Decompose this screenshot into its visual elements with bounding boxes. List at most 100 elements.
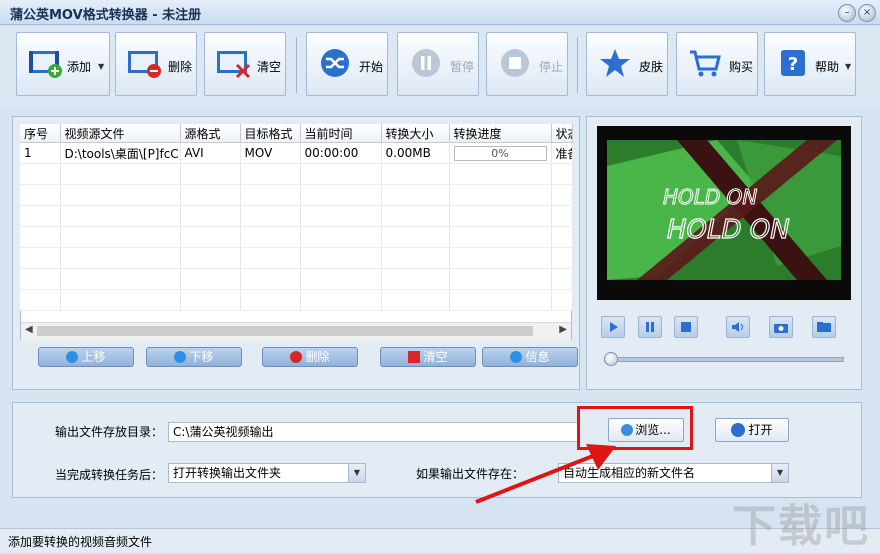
cell-src-format: AVI bbox=[180, 142, 241, 164]
stop-icon bbox=[501, 49, 529, 77]
table-row bbox=[20, 268, 573, 290]
overlay-text-large: HOLD ON bbox=[667, 215, 790, 245]
table-row[interactable]: 1 D:\tools\桌面\[P]fcC... AVI MOV 00:00:00… bbox=[20, 142, 573, 164]
column-header[interactable]: 当前时间 bbox=[300, 124, 382, 143]
clear-label: 清空 bbox=[257, 60, 282, 74]
help-button[interactable]: ? 帮助 ▼ bbox=[764, 32, 856, 96]
close-button[interactable]: × bbox=[858, 4, 876, 22]
chevron-down-icon[interactable]: ▼ bbox=[771, 464, 788, 482]
skin-button[interactable]: 皮肤 bbox=[586, 32, 668, 96]
column-header[interactable]: 状态 bbox=[551, 124, 573, 143]
table-header-row: 序号 视频源文件 源格式 目标格式 当前时间 转换大小 转换进度 状态 bbox=[20, 124, 573, 143]
seek-slider-handle[interactable] bbox=[604, 352, 618, 366]
table-row bbox=[20, 226, 573, 248]
cell-dst-format: MOV bbox=[240, 142, 301, 164]
clear-video-icon bbox=[217, 51, 251, 79]
add-label: 添加 bbox=[67, 60, 92, 74]
video-frame: HOLD ON HOLD ON bbox=[597, 126, 851, 300]
progress-bar: 0% bbox=[453, 145, 547, 161]
horizontal-scrollbar[interactable]: ◀ ▶ bbox=[21, 322, 571, 340]
remove-item-label: 删除 bbox=[305, 350, 330, 364]
pause-button[interactable]: 暂停 bbox=[397, 32, 479, 96]
stop-preview-button[interactable] bbox=[674, 316, 698, 338]
scroll-right-icon[interactable]: ▶ bbox=[559, 324, 567, 335]
folder-icon bbox=[817, 322, 831, 332]
file-table[interactable]: 序号 视频源文件 源格式 目标格式 当前时间 转换大小 转换进度 状态 1 D:… bbox=[20, 124, 573, 311]
open-output-label: 打开 bbox=[748, 423, 773, 437]
clear-list-button[interactable]: 清空 bbox=[380, 347, 476, 367]
cell-size: 0.00MB bbox=[381, 142, 450, 164]
output-dir-label: 输出文件存放目录： bbox=[55, 425, 164, 439]
table-row bbox=[20, 163, 573, 185]
clear-button[interactable]: 清空 bbox=[204, 32, 286, 96]
info-button[interactable]: 信息 bbox=[482, 347, 578, 367]
column-header[interactable]: 源格式 bbox=[180, 124, 241, 143]
column-header[interactable]: 转换大小 bbox=[381, 124, 450, 143]
help-label: 帮助 bbox=[815, 60, 840, 74]
column-header[interactable]: 目标格式 bbox=[240, 124, 301, 143]
arrow-up-icon bbox=[66, 351, 79, 363]
pause-icon bbox=[412, 49, 440, 77]
toolbar: 添加 ▼ 删除 清空 开始 暂停 停止 皮肤 购买 ? 帮助 ▼ bbox=[0, 25, 880, 109]
table-row bbox=[20, 205, 573, 227]
seek-slider-track[interactable] bbox=[604, 357, 844, 362]
output-settings-panel bbox=[12, 402, 862, 498]
scroll-thumb[interactable] bbox=[37, 326, 533, 336]
volume-button[interactable] bbox=[726, 316, 750, 338]
delete-label: 删除 bbox=[168, 60, 193, 74]
overlay-text: HOLD ON bbox=[663, 185, 757, 209]
video-preview: HOLD ON HOLD ON bbox=[597, 126, 851, 300]
chevron-down-icon: ▼ bbox=[845, 62, 852, 71]
start-button[interactable]: 开始 bbox=[306, 32, 388, 96]
stop-button[interactable]: 停止 bbox=[486, 32, 568, 96]
scroll-left-icon[interactable]: ◀ bbox=[25, 324, 33, 335]
shuffle-start-icon bbox=[321, 49, 349, 77]
stop-icon bbox=[681, 322, 691, 332]
info-label: 信息 bbox=[525, 350, 550, 364]
title-bar: 蒲公英MOV格式转换器 - 未注册 – × bbox=[0, 0, 880, 25]
move-up-label: 上移 bbox=[81, 350, 106, 364]
cart-icon bbox=[690, 50, 721, 77]
pause-preview-button[interactable] bbox=[638, 316, 662, 338]
snapshot-button[interactable] bbox=[769, 316, 793, 338]
add-button[interactable]: 添加 ▼ bbox=[16, 32, 110, 96]
table-row bbox=[20, 247, 573, 269]
film-reel-icon bbox=[731, 423, 746, 437]
remove-item-button[interactable]: 删除 bbox=[262, 347, 358, 367]
minimize-button[interactable]: – bbox=[838, 4, 856, 22]
chevron-down-icon: ▼ bbox=[98, 62, 105, 71]
arrow-down-icon bbox=[174, 351, 187, 363]
remove-icon bbox=[290, 351, 303, 363]
move-down-label: 下移 bbox=[189, 350, 214, 364]
chevron-down-icon[interactable]: ▼ bbox=[348, 464, 365, 482]
cell-status: 准备 bbox=[551, 142, 573, 164]
cell-progress: 0% bbox=[449, 142, 552, 164]
column-header[interactable]: 转换进度 bbox=[449, 124, 552, 143]
play-icon bbox=[610, 322, 618, 332]
delete-button[interactable]: 删除 bbox=[115, 32, 197, 96]
add-video-icon bbox=[29, 51, 62, 78]
move-up-button[interactable]: 上移 bbox=[38, 347, 134, 367]
play-button[interactable] bbox=[601, 316, 625, 338]
column-header[interactable]: 序号 bbox=[20, 124, 61, 143]
after-complete-label: 当完成转换任务后： bbox=[55, 468, 164, 482]
column-header[interactable]: 视频源文件 bbox=[60, 124, 181, 143]
move-down-button[interactable]: 下移 bbox=[146, 347, 242, 367]
status-text: 添加要转换的视频音频文件 bbox=[8, 535, 153, 549]
skin-label: 皮肤 bbox=[639, 60, 664, 74]
help-icon: ? bbox=[781, 50, 805, 76]
cell-index: 1 bbox=[20, 142, 61, 164]
clear-list-label: 清空 bbox=[423, 350, 448, 364]
open-folder-button[interactable] bbox=[812, 316, 836, 338]
clear-x-icon bbox=[408, 351, 421, 363]
toolbar-divider bbox=[296, 37, 297, 93]
buy-button[interactable]: 购买 bbox=[676, 32, 758, 96]
toolbar-divider bbox=[577, 37, 578, 93]
after-complete-select[interactable]: 打开转换输出文件夹 ▼ bbox=[168, 463, 366, 483]
annotation-arrow-icon bbox=[475, 444, 616, 504]
stop-label: 停止 bbox=[539, 60, 564, 74]
camera-icon bbox=[774, 324, 788, 333]
info-icon bbox=[510, 351, 523, 363]
open-output-button[interactable]: 打开 bbox=[715, 418, 789, 442]
table-row bbox=[20, 184, 573, 206]
